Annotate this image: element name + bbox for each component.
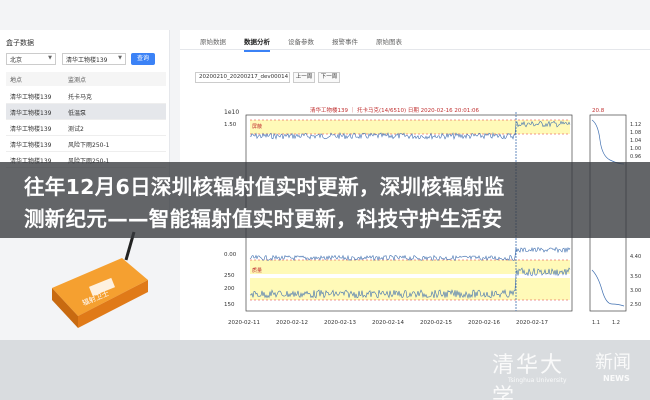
y-tick-label: 150 bbox=[224, 302, 235, 308]
tsinghua-watermark: 清华大学 Tsinghua University bbox=[492, 345, 582, 400]
table-header: 地点 监测点 bbox=[6, 72, 166, 86]
tab-raw-charts[interactable]: 原始图表 bbox=[376, 36, 402, 46]
row-point: 低温泵 bbox=[68, 110, 87, 117]
chart-scale-label: 1e10 bbox=[224, 109, 239, 116]
right-chart-title: 20.8 bbox=[592, 108, 605, 114]
x-tick-label: 2020-02-15 bbox=[420, 320, 452, 326]
tab-bar: 原始数据 数据分析 设备参数 报警事件 原始图表 bbox=[180, 30, 650, 52]
table-row[interactable]: 清华工物楼139 风险下雨250-1 bbox=[6, 136, 166, 152]
right-y-tick: 2.50 bbox=[630, 302, 641, 308]
row-point: 托卡马克 bbox=[68, 94, 93, 101]
table-row[interactable]: 清华工物楼139 低温泵 bbox=[6, 104, 166, 120]
right-x-tick: 1.2 bbox=[612, 320, 620, 326]
news-en: NEWS bbox=[603, 374, 630, 383]
row-place: 清华工物楼139 bbox=[10, 126, 52, 133]
row-place: 清华工物楼139 bbox=[10, 94, 52, 101]
panel-title: 盒子数据 bbox=[6, 39, 34, 47]
headline-line-1: 往年12月6日深圳核辐射值实时更新，深圳核辐射监 bbox=[24, 175, 505, 199]
x-tick-label: 2020-02-11 bbox=[228, 320, 260, 326]
x-tick-label: 2020-02-14 bbox=[372, 320, 404, 326]
row-place: 清华工物楼139 bbox=[10, 110, 52, 117]
row-point: 测试2 bbox=[68, 126, 84, 133]
x-tick-label: 2020-02-16 bbox=[468, 320, 500, 326]
station-value: 清华工物楼139 bbox=[66, 57, 108, 64]
query-button[interactable]: 查询 bbox=[131, 53, 155, 65]
panel1-label: 屏蔽 bbox=[252, 123, 262, 130]
band-3b bbox=[250, 278, 570, 300]
table-row[interactable]: 清华工物楼139 测试2 bbox=[6, 120, 166, 136]
y-tick-label: 1.50 bbox=[224, 122, 237, 128]
y-tick-label: 200 bbox=[224, 286, 235, 292]
x-tick-label: 2020-02-12 bbox=[276, 320, 308, 326]
x-tick-label: 2020-02-13 bbox=[324, 320, 356, 326]
region-select[interactable]: 北京 ▼ bbox=[6, 53, 56, 65]
row-point: 风险下雨250-1 bbox=[68, 142, 110, 149]
right-y-tick: 1.08 bbox=[630, 130, 641, 136]
news-watermark: 新闻 NEWS bbox=[595, 348, 645, 388]
next-week-button[interactable]: 下一周 bbox=[318, 72, 340, 83]
date-range-input[interactable]: 20200210_20200217_dev00014 bbox=[195, 72, 290, 83]
right-y-tick: 3.50 bbox=[630, 274, 641, 280]
tsinghua-name: 清华大学 bbox=[492, 353, 565, 400]
x-axis: 2020-02-11 2020-02-12 2020-02-13 2020-02… bbox=[228, 320, 548, 326]
x-tick-label: 2020-02-17 bbox=[516, 320, 548, 326]
panel3-label: 质量 bbox=[252, 267, 262, 274]
y-tick-label: 0.00 bbox=[224, 252, 237, 258]
title-banner: 往年12月6日深圳核辐射值实时更新，深圳核辐射监 测新纪元——智能辐射值实时更新… bbox=[0, 162, 650, 238]
chevron-down-icon: ▼ bbox=[118, 55, 122, 61]
tab-raw-data[interactable]: 原始数据 bbox=[200, 36, 226, 46]
right-y-tick: 1.04 bbox=[630, 138, 641, 144]
prev-week-button[interactable]: 上一周 bbox=[293, 72, 315, 83]
news-cn: 新闻 bbox=[595, 352, 631, 373]
tsinghua-english: Tsinghua University bbox=[508, 377, 567, 384]
right-x-tick: 1.1 bbox=[592, 320, 600, 326]
chart-title: 清华工物楼139 ｜ 托卡马克(14/6510) 日期 2020-02-16 2… bbox=[310, 106, 480, 114]
column-header-point: 监测点 bbox=[68, 77, 87, 84]
station-select[interactable]: 清华工物楼139 ▼ bbox=[62, 53, 126, 65]
device-image: 辐射卫士 bbox=[52, 231, 148, 328]
tab-data-analysis[interactable]: 数据分析 bbox=[244, 36, 270, 52]
right-y-tick: 3.00 bbox=[630, 288, 641, 294]
chevron-down-icon: ▼ bbox=[48, 55, 52, 61]
y-tick-label: 250 bbox=[224, 273, 235, 279]
column-header-place: 地点 bbox=[10, 77, 23, 84]
tab-alarm-events[interactable]: 报警事件 bbox=[332, 36, 358, 46]
band-3 bbox=[250, 260, 570, 274]
right-y-tick: 0.96 bbox=[630, 154, 641, 160]
table-row[interactable]: 清华工物楼139 托卡马克 bbox=[6, 88, 166, 104]
region-value: 北京 bbox=[10, 57, 23, 64]
row-place: 清华工物楼139 bbox=[10, 142, 52, 149]
tab-device-params[interactable]: 设备参数 bbox=[288, 36, 314, 46]
right-y-tick: 1.00 bbox=[630, 146, 641, 152]
right-y-tick: 4.40 bbox=[630, 254, 641, 260]
right-y-tick: 1.12 bbox=[630, 122, 641, 128]
headline-line-2: 测新纪元——智能辐射值实时更新，科技守护生活安 bbox=[24, 207, 503, 231]
